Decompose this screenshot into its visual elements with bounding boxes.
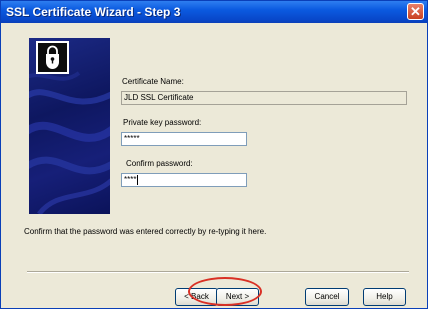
- confirm-password-label: Confirm password:: [126, 159, 193, 168]
- help-button[interactable]: Help: [363, 288, 406, 306]
- text-cursor: [137, 174, 139, 185]
- private-key-label: Private key password:: [123, 118, 202, 127]
- title-bar[interactable]: SSL Certificate Wizard - Step 3 ✕: [1, 1, 427, 23]
- window-title: SSL Certificate Wizard - Step 3: [6, 5, 181, 19]
- private-key-password-field[interactable]: *****: [121, 132, 247, 146]
- certificate-padlock-icon: [36, 41, 69, 74]
- certificate-name-field: JLD SSL Certificate: [121, 91, 407, 105]
- wizard-banner-image: [29, 38, 110, 214]
- cancel-button[interactable]: Cancel: [305, 288, 349, 306]
- confirm-password-value: ****: [124, 175, 137, 184]
- close-icon: ✕: [410, 4, 421, 19]
- instruction-text: Confirm that the password was entered co…: [24, 227, 267, 236]
- close-button[interactable]: ✕: [407, 3, 424, 20]
- wizard-window: SSL Certificate Wizard - Step 3 ✕ Certif…: [0, 0, 428, 309]
- confirm-password-field[interactable]: ****: [121, 173, 247, 187]
- next-button[interactable]: Next >: [216, 288, 259, 306]
- certificate-name-label: Certificate Name:: [122, 77, 184, 86]
- button-separator: [27, 271, 409, 273]
- back-button[interactable]: < Back: [175, 288, 218, 306]
